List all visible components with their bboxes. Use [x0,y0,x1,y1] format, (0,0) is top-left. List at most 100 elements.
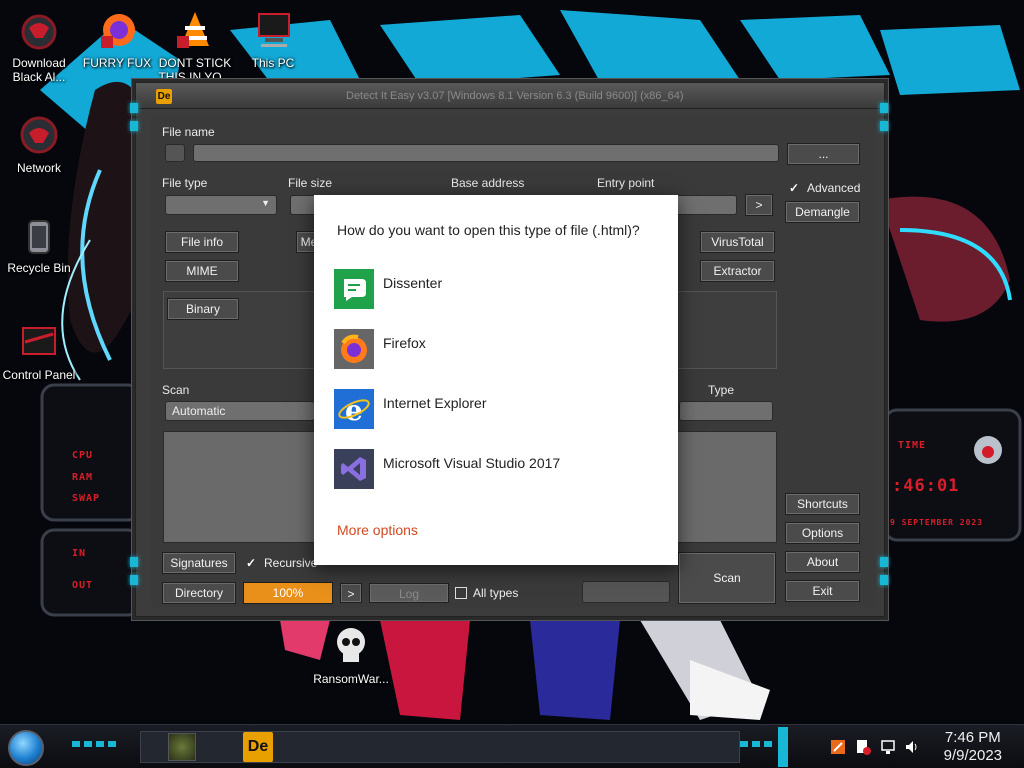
base-address-label: Base address [451,176,525,190]
browse-button[interactable]: ... [787,143,860,165]
taskbar-clock[interactable]: 7:46 PM 9/9/2023 [944,729,1002,765]
progress-text: 100% [272,586,304,600]
app-logo: De [156,89,172,104]
internet-explorer-icon: e [334,389,374,429]
network-icon [17,113,61,157]
file-size-label: File size [288,176,333,190]
computer-icon [251,8,295,52]
app-option-visual-studio[interactable]: Microsoft Visual Studio 2017 [333,449,663,497]
desktop-icon-download-black[interactable]: Download Black Al... [0,8,78,84]
log-button[interactable]: Log [369,583,449,603]
pinned-app-icon[interactable] [168,733,196,761]
desktop-icon-recycle-bin[interactable]: Recycle Bin [0,213,78,275]
start-button[interactable] [8,730,44,766]
open-with-dialog: How do you want to open this type of fil… [314,195,678,565]
hud-ram-label: RAM [72,472,94,483]
app-option-name: Internet Explorer [383,395,487,411]
hud-date: 9 SEPTEMBER 2023 [890,518,984,527]
desktop-icon-label: Control Panel [2,368,76,382]
security-alert-icon[interactable] [855,739,871,755]
desktop-icon-this-pc[interactable]: This PC [234,8,312,70]
desktop-icon-furry-fux[interactable]: FURRY FUX [78,8,156,70]
desktop-icon-label: Network [16,161,61,175]
chevron-down-icon: ▼ [261,198,270,208]
clock-time: 7:46 PM [944,729,1001,746]
demangle-button[interactable]: Demangle [785,201,860,223]
mime-button[interactable]: MIME [165,260,239,282]
hud-time-label: TIME [898,440,927,451]
extractor-button[interactable]: Extractor [700,260,775,282]
file-name-input[interactable] [193,144,779,162]
desktop-icon-control-panel[interactable]: Control Panel [0,320,78,382]
app-option-internet-explorer[interactable]: e Internet Explorer [333,389,663,437]
shortcuts-button[interactable]: Shortcuts [785,493,860,515]
signatures-button[interactable]: Signatures [162,552,236,574]
recursive-checkbox[interactable]: ✓ Recursive [246,556,317,570]
vlc-icon [173,8,217,52]
entry-point-go-button[interactable]: > [745,194,773,216]
frame-accent [130,103,138,113]
app-option-name: Dissenter [383,275,443,291]
frame-accent [880,103,888,113]
hud-in-label: IN [72,548,87,559]
entry-point-label: Entry point [597,176,655,190]
visual-studio-icon [334,449,374,489]
detect-it-easy-taskbar-button[interactable]: De [243,732,273,762]
frame-accent [130,575,138,585]
desktop-icon-label: FURRY FUX [82,56,152,70]
all-types-label: All types [473,586,519,600]
volume-icon[interactable] [904,739,920,755]
taskbar-app-area [140,731,740,763]
hud-swap-label: SWAP [72,493,101,504]
dissenter-icon [334,269,374,309]
advanced-checkbox[interactable]: ✓ Advanced [789,181,860,195]
exit-button[interactable]: Exit [785,580,860,602]
app-option-name: Firefox [383,335,426,351]
entry-point-field [671,195,737,215]
desktop-icon-label: Recycle Bin [7,261,71,275]
checkbox-box [455,587,467,599]
firefox-icon [334,329,374,369]
desktop-icon-label: This PC [251,56,295,70]
show-desktop-strip[interactable] [778,727,788,767]
about-button[interactable]: About [785,551,860,573]
svg-text:e: e [345,394,363,427]
flag-icon[interactable] [830,739,846,755]
directory-button[interactable]: Directory [162,582,236,604]
virustotal-button[interactable]: VirusTotal [700,231,775,253]
desktop-icon-label: RansomWar... [313,672,389,686]
scan-mode-select[interactable]: Automatic [165,401,315,421]
control-panel-icon [17,320,61,364]
status-field [582,581,670,603]
desktop-icon-network[interactable]: Network [0,113,78,175]
frame-accent [880,575,888,585]
file-info-button[interactable]: File info [165,231,239,253]
clock-date: 9/9/2023 [943,747,1002,764]
dialog-title: How do you want to open this type of fil… [337,222,640,238]
frame-accent [880,121,888,131]
binary-button[interactable]: Binary [167,298,239,320]
more-options-link[interactable]: More options [337,522,418,538]
hud-cpu-label: CPU [72,450,94,461]
scan-button[interactable]: Scan [678,552,776,604]
frame-accent [130,557,138,567]
frame-accent [880,557,888,567]
network-tray-icon[interactable] [880,739,896,755]
app-option-name: Microsoft Visual Studio 2017 [383,455,561,471]
all-types-checkbox[interactable]: All types [455,586,518,600]
app-option-firefox[interactable]: Firefox [333,329,663,377]
window-title: Detect It Easy v3.07 [Windows 8.1 Versio… [346,90,684,102]
firefox-icon [95,8,139,52]
checkmark-icon: ✓ [246,556,257,570]
window-titlebar[interactable]: De Detect It Easy v3.07 [Windows 8.1 Ver… [136,83,884,109]
next-button[interactable]: > [340,583,362,603]
file-type-select[interactable]: ▼ [165,195,277,215]
app-option-dissenter[interactable]: Dissenter [333,269,663,317]
desktop-icon-dont-stick[interactable]: DONT STICK THIS IN YO... [156,8,234,84]
progress-bar: 100% [243,582,333,604]
options-button[interactable]: Options [785,522,860,544]
desktop-icon-ransomware[interactable]: RansomWar... [312,624,390,686]
taskbar: De 7:46 PM 9/9/2023 [0,724,1024,768]
taskbar-accent [72,741,116,747]
type-field [679,401,773,421]
